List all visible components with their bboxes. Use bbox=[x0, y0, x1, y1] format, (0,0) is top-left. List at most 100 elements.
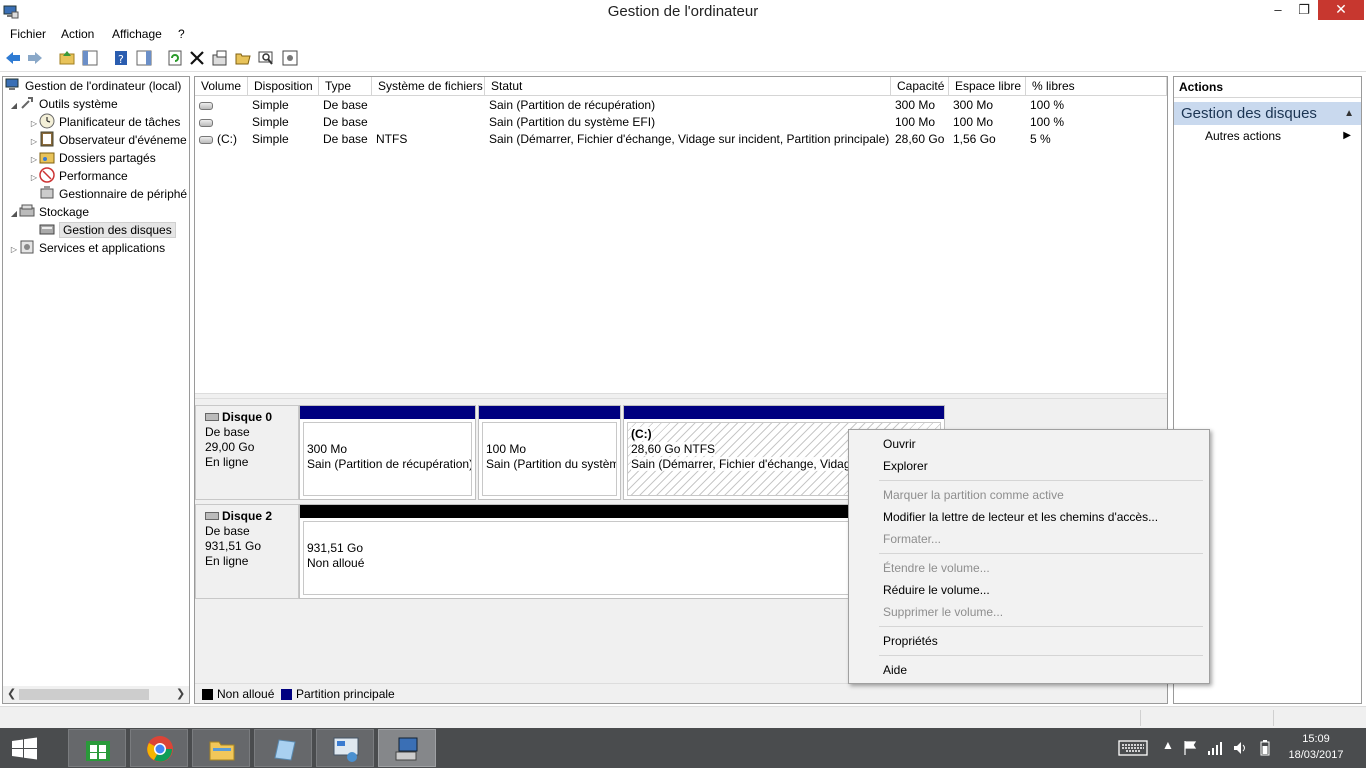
table-cell[interactable]: 100 Mo bbox=[953, 114, 1028, 131]
table-cell[interactable] bbox=[376, 97, 487, 114]
disk-label-0[interactable]: Disque 0 De base 29,00 Go En ligne bbox=[195, 405, 299, 500]
scroll-left-icon[interactable]: ❮ bbox=[7, 687, 16, 700]
menu-properties[interactable]: Propriétés bbox=[883, 631, 938, 651]
table-cell[interactable]: 300 Mo bbox=[953, 97, 1028, 114]
table-cell[interactable]: Simple bbox=[252, 114, 321, 131]
table-cell[interactable]: 5 % bbox=[1030, 131, 1169, 148]
volume-cell[interactable] bbox=[199, 114, 250, 131]
tree-task-scheduler[interactable]: ▷ Planificateur de tâches bbox=[29, 113, 180, 131]
wifi-signal-icon[interactable] bbox=[1207, 740, 1223, 756]
partition-block[interactable]: 300 Mo Sain (Partition de récupération) bbox=[299, 405, 476, 500]
minimize-button[interactable]: ‒ bbox=[1264, 0, 1292, 22]
volume-speaker-icon[interactable] bbox=[1232, 740, 1248, 756]
menu-change-drive-letter[interactable]: Modifier la lettre de lecteur et les che… bbox=[883, 507, 1158, 527]
taskbar-notes-app[interactable] bbox=[254, 729, 312, 767]
table-cell[interactable]: De base bbox=[323, 131, 374, 148]
search-magnifier-icon[interactable] bbox=[257, 49, 275, 67]
tree-services[interactable]: ▷ Services et applications bbox=[9, 239, 165, 257]
collapsed-arrow-icon[interactable]: ▷ bbox=[29, 169, 39, 187]
menu-fichier[interactable]: Fichier bbox=[10, 27, 46, 41]
table-cell[interactable]: Simple bbox=[252, 97, 321, 114]
up-folder-icon[interactable] bbox=[58, 49, 76, 67]
menu-open[interactable]: Ouvrir bbox=[883, 434, 916, 454]
refresh-icon[interactable] bbox=[166, 49, 184, 67]
show-action-pane-icon[interactable] bbox=[135, 49, 153, 67]
back-arrow-icon[interactable] bbox=[4, 49, 22, 67]
more-actions-item[interactable]: Autres actions ▶ bbox=[1174, 125, 1361, 147]
table-cell[interactable]: 100 % bbox=[1030, 114, 1169, 131]
scroll-right-icon[interactable]: ❯ bbox=[176, 687, 185, 700]
disk-name: Disque 0 bbox=[222, 410, 273, 424]
tree-device-manager[interactable]: Gestionnaire de périphé bbox=[39, 185, 187, 203]
column-header[interactable]: Capacité bbox=[891, 77, 949, 96]
expanded-arrow-icon[interactable]: ◢ bbox=[9, 205, 19, 223]
partition-details[interactable]: 100 Mo Sain (Partition du systèm bbox=[482, 422, 617, 496]
taskbar-chrome[interactable] bbox=[130, 729, 188, 767]
scrollbar-thumb[interactable] bbox=[19, 689, 149, 700]
table-cell[interactable]: 100 % bbox=[1030, 97, 1169, 114]
tree-disk-management[interactable]: Gestion des disques bbox=[39, 221, 176, 239]
column-header[interactable]: Système de fichiers bbox=[372, 77, 485, 96]
help-book-icon[interactable]: ? bbox=[112, 49, 130, 67]
table-cell[interactable]: Simple bbox=[252, 131, 321, 148]
menu-explore[interactable]: Explorer bbox=[883, 456, 928, 476]
tree-event-viewer[interactable]: ▷ Observateur d'événeme bbox=[29, 131, 187, 149]
tree-root[interactable]: Gestion de l'ordinateur (local) bbox=[5, 77, 181, 95]
windows-start-icon[interactable] bbox=[0, 728, 50, 768]
collapsed-arrow-icon[interactable]: ▷ bbox=[9, 241, 19, 259]
taskbar-file-explorer[interactable] bbox=[192, 729, 250, 767]
taskbar-computer-management[interactable] bbox=[378, 729, 436, 767]
battery-icon[interactable] bbox=[1260, 740, 1270, 756]
tree-horizontal-scrollbar[interactable]: ❮ ❯ bbox=[3, 686, 189, 703]
menu-help[interactable]: ? bbox=[178, 27, 185, 41]
volume-cell[interactable]: (C:) bbox=[199, 131, 250, 148]
column-header[interactable]: Statut bbox=[485, 77, 891, 96]
partition-block[interactable]: 100 Mo Sain (Partition du systèm bbox=[478, 405, 621, 500]
settings-gear-icon[interactable] bbox=[281, 49, 299, 67]
close-button[interactable]: ✕ bbox=[1318, 0, 1364, 20]
tree-storage[interactable]: ◢ Stockage bbox=[9, 203, 89, 221]
open-folder-icon[interactable] bbox=[234, 49, 252, 67]
table-cell[interactable]: 100 Mo bbox=[895, 114, 951, 131]
show-hidden-icons-icon[interactable]: ▲ bbox=[1162, 738, 1174, 752]
table-cell[interactable]: 28,60 Go bbox=[895, 131, 951, 148]
partition-details[interactable]: 931,51 Go Non alloué bbox=[303, 521, 941, 595]
tree-shared-folders[interactable]: ▷ Dossiers partagés bbox=[29, 149, 156, 167]
table-cell[interactable]: NTFS bbox=[376, 131, 487, 148]
collapse-up-icon[interactable]: ▲ bbox=[1344, 102, 1354, 125]
column-header[interactable]: Volume bbox=[195, 77, 248, 96]
column-header[interactable]: Espace libre bbox=[949, 77, 1026, 96]
show-tree-icon[interactable] bbox=[81, 49, 99, 67]
table-cell[interactable]: De base bbox=[323, 97, 374, 114]
taskbar-control-panel[interactable] bbox=[316, 729, 374, 767]
table-cell[interactable]: 1,56 Go bbox=[953, 131, 1028, 148]
tree-system-tools[interactable]: ◢ Outils système bbox=[9, 95, 118, 113]
disk-label-1[interactable]: Disque 2 De base 931,51 Go En ligne bbox=[195, 504, 299, 599]
delete-x-icon[interactable] bbox=[188, 49, 206, 67]
column-header[interactable]: % libres bbox=[1026, 77, 1167, 96]
menu-affichage[interactable]: Affichage bbox=[112, 27, 162, 41]
properties-icon[interactable] bbox=[211, 49, 229, 67]
column-header[interactable]: Disposition bbox=[248, 77, 319, 96]
partition-details[interactable]: 300 Mo Sain (Partition de récupération) bbox=[303, 422, 472, 496]
forward-arrow-icon[interactable] bbox=[26, 49, 44, 67]
action-center-flag-icon[interactable] bbox=[1183, 740, 1197, 756]
table-cell[interactable]: 300 Mo bbox=[895, 97, 951, 114]
tree-performance[interactable]: ▷ Performance bbox=[29, 167, 128, 185]
menu-action[interactable]: Action bbox=[61, 27, 94, 41]
actions-section-disk-management[interactable]: Gestion des disques ▲ bbox=[1174, 102, 1361, 125]
table-cell[interactable]: Sain (Partition de récupération) bbox=[489, 97, 893, 114]
table-cell[interactable] bbox=[376, 114, 487, 131]
table-cell[interactable]: De base bbox=[323, 114, 374, 131]
table-cell[interactable]: Sain (Partition du système EFI) bbox=[489, 114, 893, 131]
menu-help[interactable]: Aide bbox=[883, 660, 907, 680]
expanded-arrow-icon[interactable]: ◢ bbox=[9, 97, 19, 115]
column-header[interactable]: Type bbox=[319, 77, 372, 96]
menu-shrink-volume[interactable]: Réduire le volume... bbox=[883, 580, 990, 600]
system-clock[interactable]: 15:09 18/03/2017 bbox=[1282, 731, 1350, 763]
taskbar-store[interactable] bbox=[68, 729, 126, 767]
keyboard-icon[interactable] bbox=[1118, 740, 1148, 756]
maximize-button[interactable]: ❐ bbox=[1290, 0, 1318, 22]
table-cell[interactable]: Sain (Démarrer, Fichier d'échange, Vidag… bbox=[489, 131, 893, 148]
volume-cell[interactable] bbox=[199, 97, 250, 114]
